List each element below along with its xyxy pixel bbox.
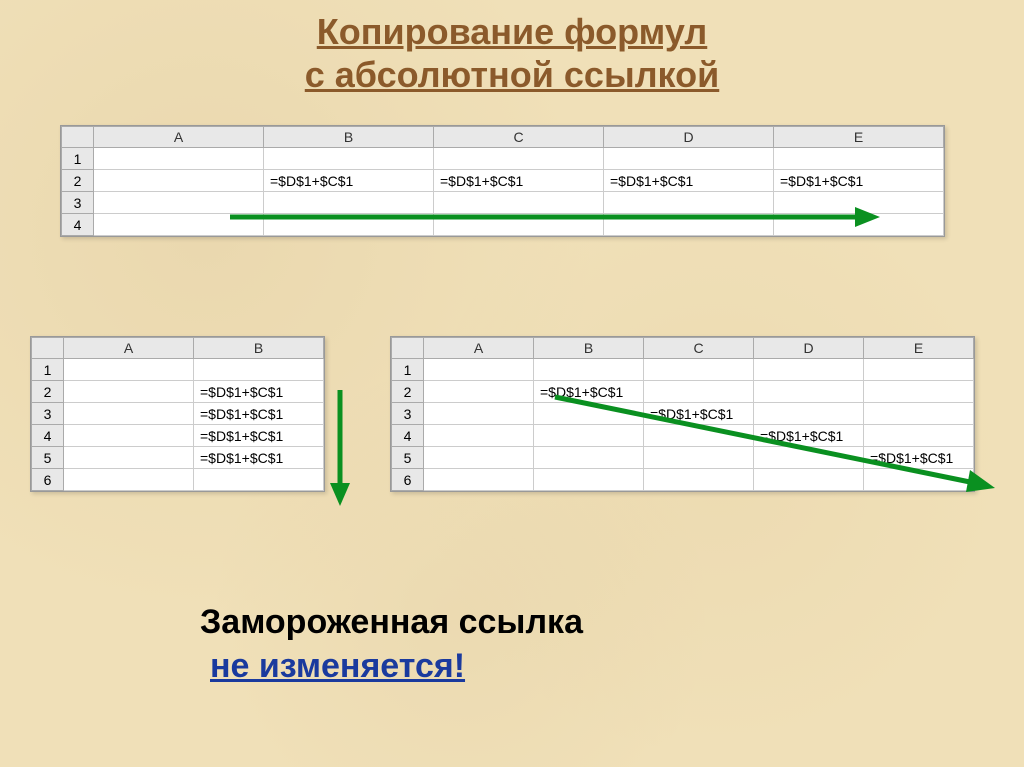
col-header-E[interactable]: E [774, 127, 944, 148]
cell-B1[interactable] [534, 359, 644, 381]
row-header-4[interactable]: 4 [392, 425, 424, 447]
cell-B3[interactable]: =$D$1+$C$1 [194, 403, 324, 425]
col-header-A[interactable]: A [94, 127, 264, 148]
corner-cell [62, 127, 94, 148]
cell-A5[interactable] [64, 447, 194, 469]
cell-A4[interactable] [424, 425, 534, 447]
row-header-1[interactable]: 1 [62, 148, 94, 170]
cell-B1[interactable] [194, 359, 324, 381]
col-header-C[interactable]: C [644, 338, 754, 359]
col-header-B[interactable]: B [194, 338, 324, 359]
cell-B5[interactable]: =$D$1+$C$1 [194, 447, 324, 469]
cell-A6[interactable] [424, 469, 534, 491]
cell-C1[interactable] [434, 148, 604, 170]
cell-D1[interactable] [604, 148, 774, 170]
cell-E1[interactable] [864, 359, 974, 381]
row-header-2[interactable]: 2 [62, 170, 94, 192]
row-header-1[interactable]: 1 [32, 359, 64, 381]
row-header-3[interactable]: 3 [62, 192, 94, 214]
cell-A3[interactable] [64, 403, 194, 425]
col-header-B[interactable]: B [534, 338, 644, 359]
row-header-2[interactable]: 2 [32, 381, 64, 403]
col-header-A[interactable]: A [64, 338, 194, 359]
cell-D1[interactable] [754, 359, 864, 381]
sheet-grid: A B 1 2 =$D$1+$C$1 3 =$D$1+$C$1 4 =$D$1+$C$… [31, 337, 324, 491]
corner-cell [392, 338, 424, 359]
row-header-3[interactable]: 3 [392, 403, 424, 425]
row-header-2[interactable]: 2 [392, 381, 424, 403]
cell-B2[interactable]: =$D$1+$C$1 [264, 170, 434, 192]
cell-A4[interactable] [64, 425, 194, 447]
cell-A5[interactable] [424, 447, 534, 469]
corner-cell [32, 338, 64, 359]
row-header-1[interactable]: 1 [392, 359, 424, 381]
col-header-B[interactable]: B [264, 127, 434, 148]
cell-B6[interactable] [194, 469, 324, 491]
row-header-5[interactable]: 5 [392, 447, 424, 469]
cell-A1[interactable] [64, 359, 194, 381]
cell-A1[interactable] [424, 359, 534, 381]
cell-B4[interactable]: =$D$1+$C$1 [194, 425, 324, 447]
cell-A2[interactable] [64, 381, 194, 403]
cell-A2[interactable] [424, 381, 534, 403]
col-header-C[interactable]: C [434, 127, 604, 148]
row-header-3[interactable]: 3 [32, 403, 64, 425]
col-header-D[interactable]: D [604, 127, 774, 148]
col-header-D[interactable]: D [754, 338, 864, 359]
arrow-right-icon [225, 202, 885, 232]
slide-title: Копирование формул с абсолютной ссылкой [0, 0, 1024, 96]
col-header-E[interactable]: E [864, 338, 974, 359]
row-header-6[interactable]: 6 [392, 469, 424, 491]
cell-A2[interactable] [94, 170, 264, 192]
bottom-line-1: Замороженная ссылка [200, 600, 583, 644]
cell-E1[interactable] [774, 148, 944, 170]
cell-A1[interactable] [94, 148, 264, 170]
cell-E2[interactable]: =$D$1+$C$1 [774, 170, 944, 192]
row-header-5[interactable]: 5 [32, 447, 64, 469]
title-line-1: Копирование формул [0, 10, 1024, 53]
row-header-4[interactable]: 4 [32, 425, 64, 447]
cell-C1[interactable] [644, 359, 754, 381]
spreadsheet-table-2: A B 1 2 =$D$1+$C$1 3 =$D$1+$C$1 4 =$D$1+$C$… [30, 336, 325, 492]
bottom-line-2: не изменяется! [200, 644, 583, 688]
arrow-diagonal-icon [550, 392, 1000, 502]
cell-C2[interactable]: =$D$1+$C$1 [434, 170, 604, 192]
cell-A3[interactable] [424, 403, 534, 425]
row-header-6[interactable]: 6 [32, 469, 64, 491]
cell-B2[interactable]: =$D$1+$C$1 [194, 381, 324, 403]
bottom-text: Замороженная ссылка не изменяется! [200, 600, 583, 688]
cell-D2[interactable]: =$D$1+$C$1 [604, 170, 774, 192]
cell-A6[interactable] [64, 469, 194, 491]
col-header-A[interactable]: A [424, 338, 534, 359]
title-line-2: с абсолютной ссылкой [0, 53, 1024, 96]
cell-B1[interactable] [264, 148, 434, 170]
row-header-4[interactable]: 4 [62, 214, 94, 236]
arrow-down-icon [325, 388, 355, 508]
